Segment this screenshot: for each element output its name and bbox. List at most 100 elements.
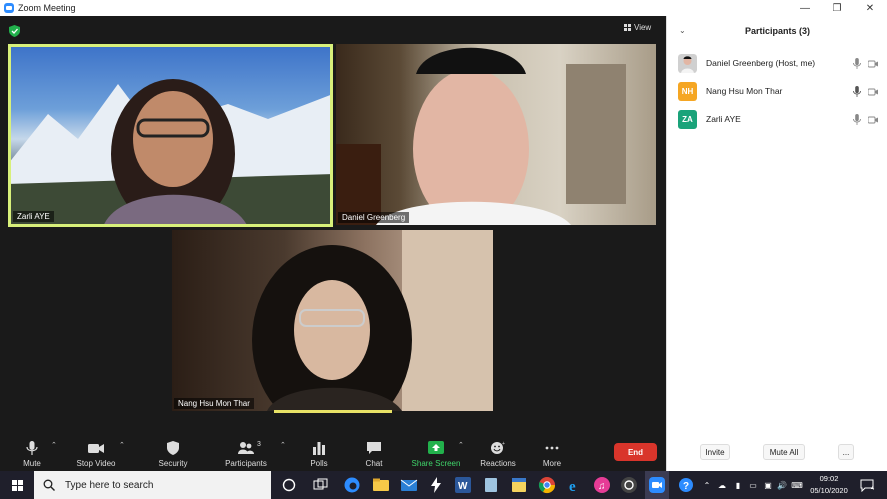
participant-camera-icon[interactable] bbox=[868, 58, 878, 69]
stop-video-button[interactable]: Stop Video bbox=[70, 436, 122, 471]
share-screen-label: Share Screen bbox=[411, 459, 461, 468]
mute-all-button[interactable]: Mute All bbox=[763, 444, 805, 460]
network-icon[interactable]: ▣ bbox=[761, 471, 775, 499]
more-label: More bbox=[542, 459, 562, 468]
zoom-logo-icon bbox=[4, 3, 14, 13]
microphone-icon bbox=[26, 441, 38, 455]
participant-camera-icon[interactable] bbox=[868, 86, 878, 97]
svg-text:+: + bbox=[502, 441, 505, 447]
participants-panel-title: Participants (3) bbox=[744, 26, 811, 36]
camera-app-icon[interactable] bbox=[620, 476, 638, 494]
chat-button[interactable]: Chat bbox=[358, 436, 390, 471]
room-background bbox=[336, 47, 626, 225]
clock-time: 09:02 bbox=[819, 474, 839, 483]
participant-row[interactable]: NH Nang Hsu Mon Thar bbox=[678, 81, 878, 101]
audio-options-caret-icon[interactable]: ⌃ bbox=[51, 441, 57, 449]
windows-taskbar: Type here to search W e ♫ ? ⌃ ☁ ▮ ▭ ▣ 🔊 … bbox=[0, 471, 887, 499]
word-icon[interactable]: W bbox=[454, 476, 472, 494]
participants-count: 3 bbox=[257, 441, 261, 448]
window-title: Zoom Meeting bbox=[18, 3, 76, 13]
minimize-icon[interactable]: — bbox=[788, 0, 822, 16]
participant-row[interactable]: ZA Zarli AYE bbox=[678, 109, 878, 129]
close-icon[interactable]: ✕ bbox=[853, 0, 887, 16]
battery-icon[interactable]: ▭ bbox=[745, 471, 761, 499]
show-hidden-icons-chevron-icon[interactable]: ⌃ bbox=[700, 471, 714, 499]
avatar bbox=[678, 53, 697, 73]
share-screen-button[interactable]: Share Screen bbox=[406, 436, 466, 471]
participant-mic-icon[interactable] bbox=[852, 85, 862, 97]
share-options-caret-icon[interactable]: ⌃ bbox=[458, 441, 464, 449]
more-dots-icon bbox=[545, 446, 559, 450]
chat-label: Chat bbox=[365, 459, 383, 468]
system-clock[interactable]: 09:02 05/10/2020 bbox=[806, 473, 852, 497]
lightning-app-icon[interactable] bbox=[427, 476, 445, 494]
notes-app-icon[interactable] bbox=[482, 476, 500, 494]
participant-name: Nang Hsu Mon Thar bbox=[706, 86, 783, 96]
reactions-emoji-icon: + bbox=[491, 441, 505, 454]
tile-name-label: Daniel Greenberg bbox=[338, 212, 410, 223]
polls-chart-icon bbox=[313, 442, 325, 455]
task-view-icon[interactable] bbox=[311, 476, 329, 494]
search-placeholder: Type here to search bbox=[65, 479, 154, 491]
cortana-icon[interactable] bbox=[280, 476, 298, 494]
grid-view-icon bbox=[624, 24, 631, 31]
itunes-icon[interactable]: ♫ bbox=[593, 476, 611, 494]
participants-options-caret-icon[interactable]: ⌃ bbox=[280, 441, 286, 449]
end-meeting-button[interactable]: End bbox=[614, 443, 657, 461]
mute-button[interactable]: Mute bbox=[14, 436, 50, 471]
more-button[interactable]: More bbox=[536, 436, 568, 471]
cloud-icon[interactable]: ☁ bbox=[714, 471, 730, 499]
video-tile-zarli-aye[interactable]: Zarli AYE bbox=[8, 44, 333, 227]
invite-button[interactable]: Invite bbox=[700, 444, 730, 460]
chrome-icon[interactable] bbox=[538, 476, 556, 494]
panel-more-button[interactable]: ... bbox=[838, 444, 854, 460]
avatar: NH bbox=[678, 81, 697, 101]
internet-explorer-icon[interactable]: e bbox=[566, 476, 584, 494]
reactions-label: Reactions bbox=[480, 459, 516, 468]
tile-name-label: Nang Hsu Mon Thar bbox=[174, 398, 254, 409]
zoom-app-icon[interactable] bbox=[648, 476, 666, 494]
volume-icon[interactable]: 🔊 bbox=[775, 471, 789, 499]
mail-icon[interactable] bbox=[400, 476, 418, 494]
view-button[interactable]: View bbox=[624, 23, 651, 32]
help-icon[interactable]: ? bbox=[677, 476, 695, 494]
participant-mic-icon[interactable] bbox=[852, 57, 862, 69]
search-icon bbox=[43, 479, 55, 491]
video-options-caret-icon[interactable]: ⌃ bbox=[119, 441, 125, 449]
notifications-icon[interactable]: 4 bbox=[856, 471, 878, 499]
security-shield-icon bbox=[167, 441, 179, 455]
security-button[interactable]: Security bbox=[152, 436, 194, 471]
svg-text:e: e bbox=[569, 479, 576, 494]
encryption-shield-icon[interactable] bbox=[9, 25, 20, 37]
speaking-indicator bbox=[274, 410, 392, 413]
participants-button[interactable]: Participants bbox=[218, 436, 274, 471]
taskbar-search-box[interactable]: Type here to search bbox=[34, 471, 271, 499]
polls-button[interactable]: Polls bbox=[302, 436, 336, 471]
video-tile-daniel-greenberg[interactable]: Daniel Greenberg bbox=[336, 44, 656, 225]
participant-mic-icon[interactable] bbox=[852, 113, 862, 125]
video-camera-icon bbox=[88, 444, 104, 453]
sticky-notes-icon[interactable] bbox=[510, 476, 528, 494]
reactions-button[interactable]: + Reactions bbox=[476, 436, 520, 471]
polls-label: Polls bbox=[310, 459, 328, 468]
start-button[interactable] bbox=[0, 471, 34, 499]
file-explorer-icon[interactable] bbox=[372, 476, 390, 494]
mountain-background bbox=[11, 79, 330, 224]
participant-row[interactable]: Daniel Greenberg (Host, me) bbox=[678, 53, 878, 73]
participant-camera-icon[interactable] bbox=[868, 114, 878, 125]
restore-icon[interactable]: ❐ bbox=[820, 0, 854, 16]
room-background bbox=[252, 230, 493, 411]
share-screen-icon bbox=[428, 441, 444, 454]
edge-browser-icon[interactable] bbox=[343, 476, 361, 494]
security-label: Security bbox=[158, 459, 188, 468]
title-bar: Zoom Meeting bbox=[0, 0, 887, 16]
stop-video-label: Stop Video bbox=[76, 459, 116, 468]
svg-text:W: W bbox=[458, 481, 468, 492]
video-tile-nang-hsu-mon-thar[interactable]: Nang Hsu Mon Thar bbox=[172, 230, 493, 411]
participant-name: Zarli AYE bbox=[706, 114, 741, 124]
clock-date: 05/10/2020 bbox=[810, 486, 848, 495]
windows-logo-icon bbox=[11, 479, 23, 491]
view-label: View bbox=[634, 23, 652, 32]
language-indicator-icon[interactable]: ⌨ bbox=[789, 471, 805, 499]
usb-device-icon[interactable]: ▮ bbox=[731, 471, 745, 499]
